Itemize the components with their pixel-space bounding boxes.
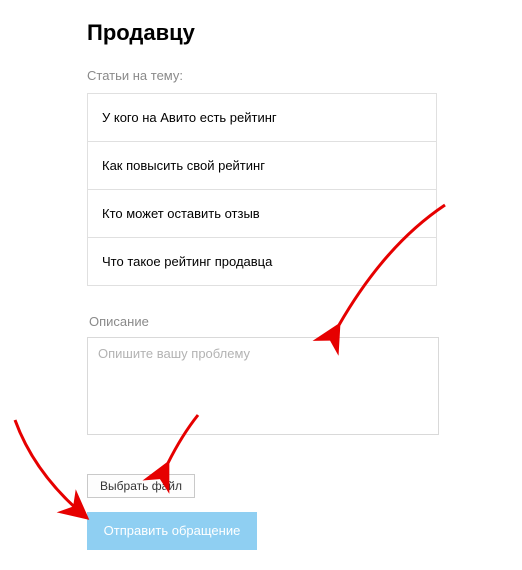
article-item[interactable]: Кто может оставить отзыв: [88, 190, 436, 238]
articles-section-label: Статьи на тему:: [87, 68, 437, 83]
choose-file-button[interactable]: Выбрать файл: [87, 474, 195, 498]
article-item[interactable]: У кого на Авито есть рейтинг: [88, 94, 436, 142]
description-textarea[interactable]: [87, 337, 439, 435]
article-list: У кого на Авито есть рейтинг Как повысит…: [87, 93, 437, 286]
submit-button[interactable]: Отправить обращение: [87, 512, 257, 550]
article-item[interactable]: Как повысить свой рейтинг: [88, 142, 436, 190]
description-label: Описание: [89, 314, 437, 329]
article-item[interactable]: Что такое рейтинг продавца: [88, 238, 436, 285]
page-title: Продавцу: [87, 20, 437, 46]
